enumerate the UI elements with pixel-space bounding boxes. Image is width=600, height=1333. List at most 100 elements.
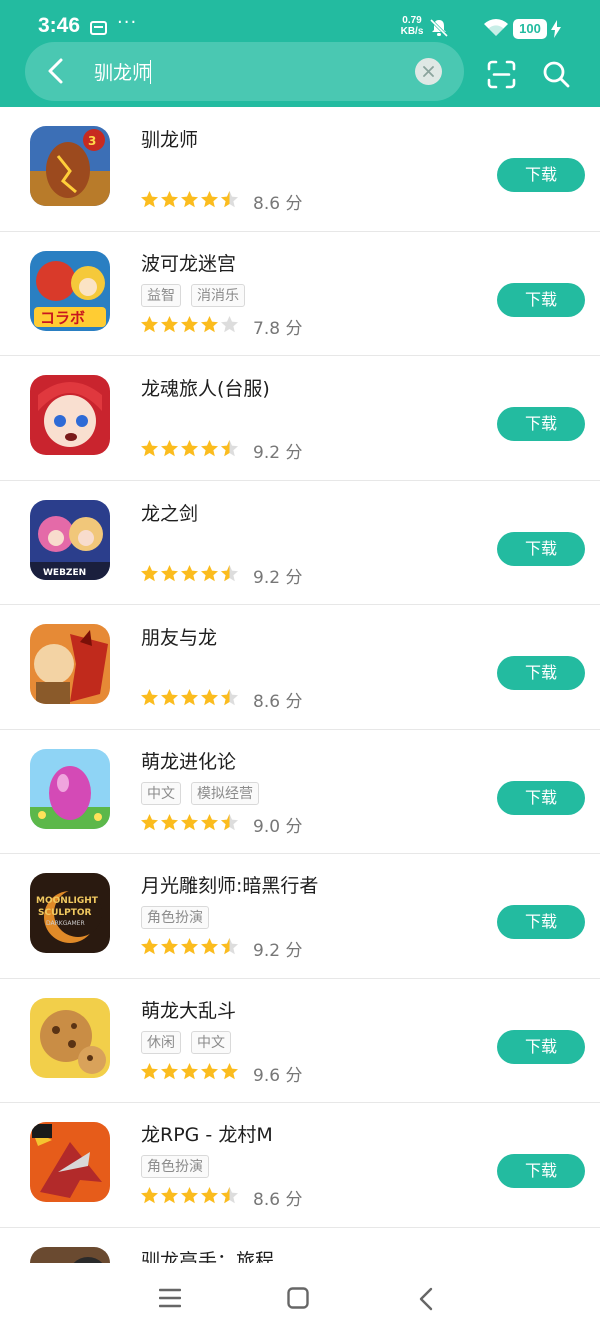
dragon-egg-icon[interactable]: 3 <box>30 126 110 206</box>
red-dragon-collab-icon[interactable]: コラボ <box>30 250 110 331</box>
app-tags: 角色扮演 <box>141 906 209 929</box>
app-tags: 休闲 中文 <box>141 1030 231 1054</box>
app-tag: 益智 <box>141 283 181 307</box>
red-dragon-warrior-icon[interactable] <box>30 624 110 704</box>
download-button[interactable]: 下载 <box>497 531 585 566</box>
scan-icon[interactable] <box>487 60 516 89</box>
star-rating <box>140 1062 239 1081</box>
star-icon <box>181 315 198 332</box>
dragon-rider-icon[interactable] <box>30 1246 110 1264</box>
star-icon <box>161 1187 178 1204</box>
star-icon <box>161 813 178 830</box>
star-icon <box>201 440 218 457</box>
rating-score: 9.2 分 <box>253 443 303 463</box>
app-name[interactable]: 驯龙师 <box>141 125 198 152</box>
rating-score: 9.6 分 <box>253 1065 303 1086</box>
app-name[interactable]: 朋友与龙 <box>141 623 217 650</box>
app-list-item[interactable]: 驯龙高手：旅程 <box>0 1228 600 1264</box>
star-icon <box>201 315 218 332</box>
nav-back-icon[interactable] <box>418 1287 434 1311</box>
app-name[interactable]: 龙魂旅人(台服) <box>141 374 270 401</box>
download-button[interactable]: 下载 <box>497 656 585 690</box>
moonlight-sculptor-icon[interactable]: MOONLIGHT SCULPTOR DARKGAMER <box>30 873 110 953</box>
rating-score: 8.6 分 <box>253 1190 303 1210</box>
download-button[interactable]: 下载 <box>497 282 585 317</box>
download-button[interactable]: 下载 <box>497 407 585 441</box>
app-name[interactable]: 龙之剑 <box>141 499 198 526</box>
star-icon <box>221 1187 238 1204</box>
app-list-item[interactable]: 萌龙大乱斗休闲 中文 9.6 分 下载 <box>0 979 600 1103</box>
rating-score: 8.6 分 <box>253 194 303 214</box>
clear-search-button[interactable] <box>415 58 442 85</box>
app-name[interactable]: 驯龙高手：旅程 <box>141 1246 274 1264</box>
network-speed: 0.79 KB/s <box>398 15 426 37</box>
status-time: 3:46 <box>38 14 81 37</box>
star-icon <box>201 938 218 955</box>
status-bar: 3:46 ··· 0.79 KB/s 100 <box>0 0 600 44</box>
app-list-item[interactable]: 龙魂旅人(台服) 9.2 分 下载 <box>0 356 600 481</box>
back-arrow-icon[interactable] <box>44 57 68 85</box>
star-icon <box>221 564 238 581</box>
svg-text:MOONLIGHT: MOONLIGHT <box>36 896 99 906</box>
more-notifications-icon: ··· <box>117 12 138 33</box>
star-rating <box>140 813 239 832</box>
home-icon[interactable] <box>287 1287 309 1309</box>
app-name[interactable]: 萌龙大乱斗 <box>141 996 236 1023</box>
star-icon <box>221 191 238 208</box>
app-tag: 消消乐 <box>191 283 245 307</box>
app-list-item[interactable]: 龙RPG - 龙村M 角色扮演 8.6 分 下载 <box>0 1103 600 1228</box>
download-button[interactable]: 下载 <box>497 780 585 815</box>
star-icon <box>141 315 158 332</box>
app-tag: 中文 <box>141 781 181 805</box>
app-name[interactable]: 龙RPG - 龙村M <box>141 1120 273 1147</box>
download-button[interactable]: 下载 <box>497 1154 585 1188</box>
app-name[interactable]: 月光雕刻师:暗黑行者 <box>141 871 318 898</box>
star-icon <box>221 1062 238 1079</box>
star-icon <box>181 1062 198 1079</box>
star-icon <box>221 440 238 457</box>
recent-apps-icon[interactable] <box>159 1288 181 1308</box>
download-button[interactable]: 下载 <box>497 1029 585 1064</box>
app-list-item[interactable]: 3 驯龙师 8.6 分 下载 <box>0 107 600 232</box>
search-icon[interactable] <box>542 60 570 88</box>
star-icon <box>221 938 238 955</box>
search-input[interactable] <box>94 56 394 86</box>
star-rating <box>140 1186 239 1205</box>
rating-score: 7.8 分 <box>253 318 303 339</box>
app-name[interactable]: 萌龙进化论 <box>141 747 236 774</box>
app-list-item[interactable]: 萌龙进化论中文 模拟经营 9.0 分 下载 <box>0 730 600 854</box>
star-icon <box>141 1062 158 1079</box>
webzen-heroes-icon[interactable]: WEBZEN <box>30 499 110 580</box>
star-icon <box>201 1187 218 1204</box>
star-rating <box>140 315 239 334</box>
star-icon <box>181 1187 198 1204</box>
network-speed-unit: KB/s <box>400 26 424 37</box>
star-icon <box>161 938 178 955</box>
app-list-item[interactable]: コラボ 波可龙迷宫益智 消消乐 7.8 分 下载 <box>0 232 600 356</box>
star-icon <box>181 191 198 208</box>
app-list-item[interactable]: WEBZEN 龙之剑 9.2 分 下载 <box>0 481 600 605</box>
star-icon <box>161 564 178 581</box>
anime-girl-icon[interactable] <box>30 375 110 455</box>
app-list-item[interactable]: MOONLIGHT SCULPTOR DARKGAMER 月光雕刻师:暗黑行者角色扮演… <box>0 854 600 979</box>
mute-bell-icon <box>429 18 449 38</box>
download-button[interactable]: 下载 <box>497 905 585 939</box>
app-tag: 角色扮演 <box>141 906 209 929</box>
app-tag: 模拟经营 <box>191 781 259 805</box>
app-name[interactable]: 波可龙迷宫 <box>141 249 236 276</box>
app-tag: 角色扮演 <box>141 1155 209 1178</box>
star-icon <box>221 813 238 830</box>
cookie-dragon-icon[interactable] <box>30 997 110 1078</box>
star-rating <box>140 937 239 956</box>
pink-egg-icon[interactable] <box>30 748 110 829</box>
star-icon <box>181 564 198 581</box>
rating-score: 9.0 分 <box>253 816 303 837</box>
notification-icon <box>90 21 107 35</box>
download-button[interactable]: 下载 <box>497 158 585 192</box>
rating-score: 9.2 分 <box>253 941 303 961</box>
rating-score: 9.2 分 <box>253 567 303 588</box>
app-result-list[interactable]: 3 驯龙师 8.6 分下载 コラボ 波可龙迷宫 益智 消消乐 7.8 分下载 龙魂旅人(台服) 9… <box>0 107 600 1263</box>
star-icon <box>161 689 178 706</box>
mecha-dragon-icon[interactable] <box>30 1122 110 1202</box>
app-list-item[interactable]: 朋友与龙 8.6 分 下载 <box>0 605 600 730</box>
